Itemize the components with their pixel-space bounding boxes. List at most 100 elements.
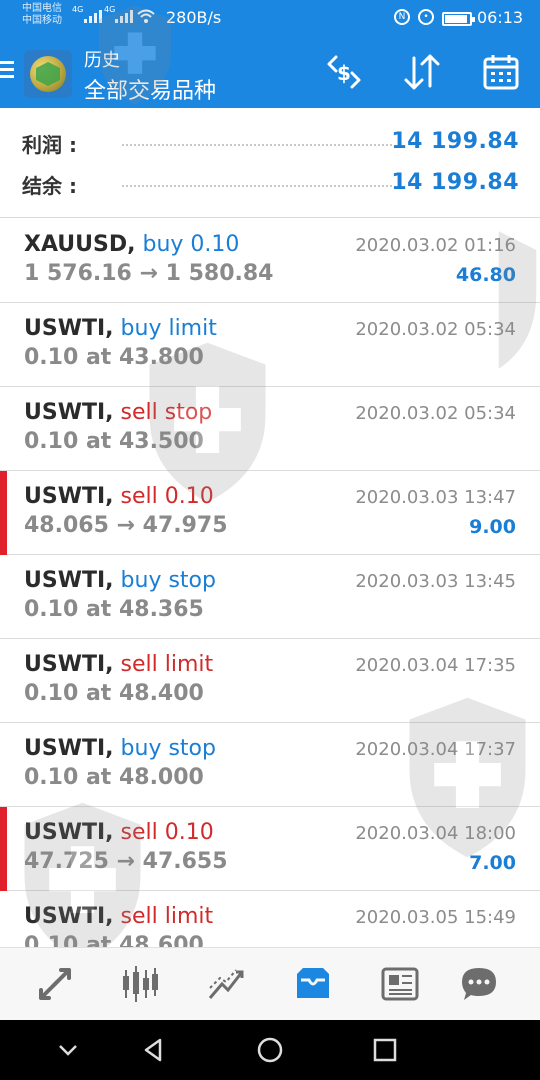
profit-value: 14 199.84 [391, 129, 519, 154]
order-detail: 47.725 → 47.655 [24, 849, 228, 874]
order-time: 2020.03.04 17:35 [355, 655, 516, 676]
order-symbol: USWTI, [24, 652, 114, 677]
history-summary: 利润 : 14 199.84 结余 : 14 199.84 [0, 108, 540, 218]
carrier-2-label: 中国移动 [22, 15, 62, 26]
order-action: sell stop [120, 400, 213, 425]
order-symbol: USWTI, [24, 316, 114, 341]
profit-label: 利润 : [22, 133, 77, 157]
order-row[interactable]: USWTI, buy stop 0.10 at 48.000 2020.03.04 … [0, 723, 540, 807]
order-time: 2020.03.04 17:37 [355, 739, 516, 760]
dotted-leader [122, 185, 392, 187]
order-action: sell 0.10 [120, 820, 214, 845]
order-title: USWTI, sell limit [24, 904, 213, 929]
order-time: 2020.03.02 01:16 [355, 235, 516, 256]
order-title: USWTI, sell 0.10 [24, 820, 214, 845]
recents-icon[interactable] [370, 1035, 400, 1065]
page-title[interactable]: 全部交易品种 [84, 73, 216, 105]
currency-exchange-icon[interactable]: $ [324, 52, 364, 92]
back-icon[interactable] [139, 1035, 169, 1065]
dotted-leader [122, 144, 392, 146]
trade-tab[interactable] [206, 964, 246, 1004]
menu-icon[interactable] [0, 61, 14, 81]
order-detail: 48.065 → 47.975 [24, 513, 228, 538]
carrier-1-label: 中国电信 [22, 3, 62, 14]
order-title: USWTI, buy stop [24, 736, 216, 761]
order-row[interactable]: USWTI, buy stop 0.10 at 48.365 2020.03.03 … [0, 555, 540, 639]
order-row[interactable]: USWTI, sell 0.10 48.065 → 47.975 2020.03.0… [0, 471, 540, 555]
order-title: USWTI, buy limit [24, 316, 217, 341]
order-title: USWTI, buy stop [24, 568, 216, 593]
order-time: 2020.03.03 13:47 [355, 487, 516, 508]
order-detail: 0.10 at 43.800 [24, 345, 204, 370]
order-detail: 1 576.16 → 1 580.84 [24, 261, 274, 286]
order-action: sell limit [120, 904, 214, 929]
collapse-icon[interactable] [53, 1035, 83, 1065]
order-time: 2020.03.02 05:34 [355, 403, 516, 424]
order-row[interactable]: USWTI, sell 0.10 47.725 → 47.655 2020.03.0… [0, 807, 540, 891]
order-profit: 7.00 [469, 852, 516, 874]
status-bar: 中国电信 中国移动 4G 4G 280B/s N • 06:13 [0, 0, 540, 38]
order-row[interactable]: USWTI, buy limit 0.10 at 43.800 2020.03.02… [0, 303, 540, 387]
news-tab[interactable] [380, 964, 420, 1004]
order-profit: 46.80 [455, 264, 516, 286]
order-symbol: USWTI, [24, 904, 114, 929]
order-symbol: XAUUSD, [24, 232, 136, 257]
network-type-1-label: 4G [72, 5, 84, 14]
chart-tab[interactable] [120, 964, 160, 1004]
bottom-tab-bar [0, 947, 540, 1020]
order-row[interactable]: USWTI, sell limit 0.10 at 48.400 2020.03.0… [0, 639, 540, 723]
order-symbol: USWTI, [24, 484, 114, 509]
order-detail: 0.10 at 43.500 [24, 429, 204, 454]
chat-tab[interactable] [459, 964, 499, 1004]
battery-icon [442, 12, 475, 26]
order-profit: 9.00 [469, 516, 516, 538]
order-title: USWTI, sell stop [24, 400, 212, 425]
order-time: 2020.03.03 13:45 [355, 571, 516, 592]
order-action: sell 0.10 [120, 484, 214, 509]
home-icon[interactable] [255, 1035, 285, 1065]
order-row[interactable]: USWTI, sell limit 0.10 at 48.600 2020.03.0… [0, 891, 540, 947]
clock-label: 06:13 [477, 8, 524, 27]
signal-1-icon [84, 9, 102, 23]
calendar-icon[interactable] [481, 52, 521, 92]
order-row[interactable]: XAUUSD, buy 0.10 1 576.16 → 1 580.84 2020.… [0, 219, 540, 303]
order-action: buy stop [120, 736, 216, 761]
order-detail: 0.10 at 48.600 [24, 933, 204, 947]
order-symbol: USWTI, [24, 736, 114, 761]
order-time: 2020.03.05 15:49 [355, 907, 516, 928]
order-action: sell limit [120, 652, 214, 677]
order-symbol: USWTI, [24, 568, 114, 593]
page-subtitle: 历史 [84, 50, 120, 71]
order-row[interactable]: USWTI, sell stop 0.10 at 43.500 2020.03.02… [0, 387, 540, 471]
quotes-tab[interactable] [35, 964, 75, 1004]
order-action: buy stop [120, 568, 216, 593]
alarm-icon: • [418, 9, 434, 25]
order-time: 2020.03.02 05:34 [355, 319, 516, 340]
order-detail: 0.10 at 48.000 [24, 765, 204, 790]
history-tab[interactable] [293, 964, 333, 1004]
carrier-labels: 中国电信 中国移动 [22, 3, 62, 27]
signal-2-icon [115, 9, 133, 23]
orders-list[interactable]: XAUUSD, buy 0.10 1 576.16 → 1 580.84 2020.… [0, 219, 540, 947]
network-type-2-label: 4G [104, 5, 116, 14]
order-title: USWTI, sell 0.10 [24, 484, 214, 509]
net-speed-label: 280B/s [166, 8, 222, 27]
balance-row: 结余 : 14 199.84 [0, 170, 540, 200]
order-action: buy limit [120, 316, 217, 341]
wifi-icon [137, 9, 155, 23]
order-symbol: USWTI, [24, 400, 114, 425]
order-time: 2020.03.04 18:00 [355, 823, 516, 844]
data-saver-icon: N [394, 9, 410, 25]
app-top-bar: 中国电信 中国移动 4G 4G 280B/s N • 06:13 历史 全部交易… [0, 0, 540, 108]
sort-icon[interactable] [402, 52, 442, 92]
balance-label: 结余 : [22, 174, 77, 198]
app-logo-icon[interactable] [24, 50, 72, 98]
balance-value: 14 199.84 [391, 170, 519, 195]
order-action: buy 0.10 [142, 232, 240, 257]
svg-text:$: $ [337, 61, 351, 85]
profit-row: 利润 : 14 199.84 [0, 129, 540, 159]
order-title: USWTI, sell limit [24, 652, 213, 677]
order-detail: 0.10 at 48.400 [24, 681, 204, 706]
order-title: XAUUSD, buy 0.10 [24, 232, 239, 257]
order-symbol: USWTI, [24, 820, 114, 845]
